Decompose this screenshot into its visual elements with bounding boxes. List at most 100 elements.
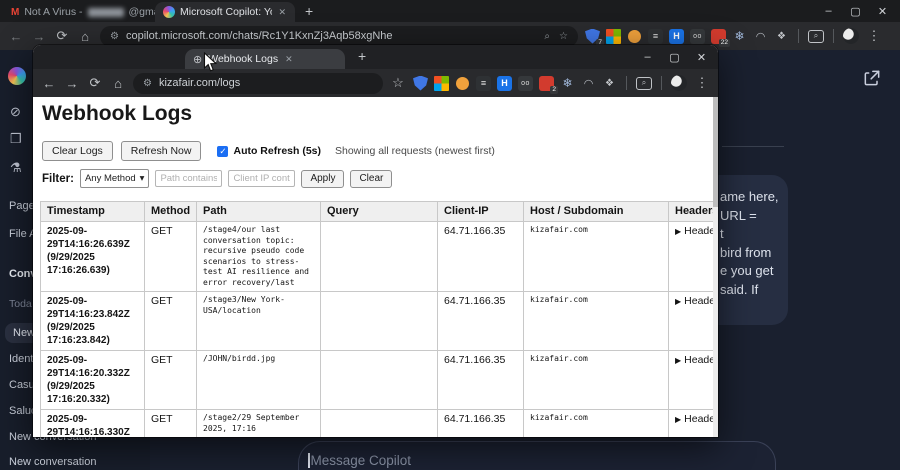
forward-icon[interactable]: → [64, 76, 80, 91]
scrollbar[interactable] [713, 97, 718, 437]
close-button[interactable]: ✕ [869, 5, 896, 18]
message-composer[interactable]: Message Copilot [298, 441, 776, 470]
text-caret [308, 453, 310, 468]
profile-avatar[interactable] [671, 75, 687, 91]
method-select[interactable]: Any Method ▾ [79, 169, 150, 188]
minimize-button[interactable]: – [815, 5, 842, 17]
extensions-puzzle-icon[interactable]: ❖ [774, 29, 789, 44]
scrollbar-thumb[interactable] [713, 97, 718, 207]
sidebar-item-conversation[interactable]: Casu [9, 379, 35, 391]
binoculars-extension-icon[interactable]: oo [690, 28, 705, 44]
snowflake-extension-icon[interactable]: ❄ [732, 29, 747, 44]
headers-toggle[interactable]: ▶Headers [668, 221, 718, 292]
person-extension-icon[interactable] [627, 29, 642, 44]
timestamp-cell: 2025-09-29T14:16:23.842Z (9/29/2025 17:1… [40, 291, 145, 351]
headers-toggle[interactable]: ▶Headers [668, 291, 718, 351]
headers-toggle[interactable]: ▶Headers [668, 409, 718, 437]
maximize-button[interactable]: ▢ [661, 51, 688, 64]
log-row: 2025-09-29T14:16:23.842Z (9/29/2025 17:1… [40, 291, 718, 351]
triangle-icon: ▶ [675, 227, 682, 236]
extensions-puzzle-icon[interactable]: ❖ [602, 76, 617, 91]
clear-button[interactable]: Clear [350, 169, 393, 188]
outer-tab-copilot[interactable]: Microsoft Copilot: Your AI com ✕ [155, 2, 295, 22]
minimize-button[interactable]: – [634, 51, 661, 63]
arc-extension-icon[interactable]: ◠ [753, 29, 768, 44]
arc-extension-icon[interactable]: ◠ [581, 76, 596, 91]
host-cell: kizafair.com [523, 350, 669, 410]
path-filter-input[interactable] [155, 170, 223, 187]
menu-dots-icon[interactable]: ⋮ [866, 28, 882, 44]
forward-icon[interactable]: → [31, 29, 47, 44]
dark-extension-icon[interactable]: ≡ [648, 28, 663, 44]
close-button[interactable]: ✕ [688, 51, 715, 64]
h-extension-icon[interactable]: H [669, 28, 684, 44]
shield-extension-icon[interactable] [413, 75, 428, 91]
apply-button[interactable]: Apply [301, 169, 345, 188]
maximize-button[interactable]: ▢ [842, 5, 869, 18]
path-cell: /stage4/our last conversation topic: rec… [196, 221, 321, 292]
tab-title: Microsoft Copilot: Your AI com [180, 6, 272, 18]
headers-toggle[interactable]: ▶Headers [668, 350, 718, 410]
redacted-email [87, 7, 124, 17]
path-cell: /stage3/New York-USA/location [196, 291, 321, 351]
url-text: kizafair.com/logs [158, 77, 241, 89]
outer-tab-gmail[interactable]: M Not A Virus - @gmail ✕ [3, 2, 178, 22]
new-tab-button[interactable]: + [358, 48, 366, 64]
microsoft-icon[interactable] [606, 28, 621, 44]
sidebar-item-conversation[interactable]: Ident [9, 353, 33, 365]
discover-icon[interactable]: ⊘ [10, 104, 21, 120]
binoculars-extension-icon[interactable]: oo [518, 75, 533, 91]
client-ip-cell: 64.71.166.35 [437, 291, 524, 351]
close-tab-icon[interactable]: ✕ [284, 54, 294, 65]
bookmark-star-icon[interactable]: ☆ [559, 31, 568, 42]
host-cell: kizafair.com [523, 291, 669, 351]
refresh-icon[interactable]: ⟳ [54, 28, 70, 44]
close-tab-icon[interactable]: ✕ [277, 7, 287, 18]
menu-dots-icon[interactable]: ⋮ [694, 75, 710, 91]
site-settings-icon[interactable]: ⚙ [110, 31, 119, 42]
red-extension-icon[interactable]: 22 [711, 28, 730, 47]
red-extension-icon[interactable]: 2 [539, 75, 558, 94]
profile-avatar[interactable] [843, 28, 859, 44]
back-icon[interactable]: ← [41, 76, 57, 91]
refresh-now-button[interactable]: Refresh Now [120, 141, 202, 161]
chat-line: t [720, 226, 724, 241]
sidebar-item-pages[interactable]: Page [9, 200, 35, 212]
bookmark-star-icon[interactable]: ☆ [390, 75, 406, 91]
site-settings-icon[interactable]: ⚙ [143, 78, 152, 89]
home-icon[interactable]: ⌂ [77, 29, 93, 44]
refresh-icon[interactable]: ⟳ [87, 75, 103, 91]
composer-placeholder: Message Copilot [310, 453, 412, 468]
microsoft-icon[interactable] [434, 75, 449, 91]
address-bar[interactable]: ⚙ kizafair.com/logs [133, 72, 383, 94]
outer-extension-strip: 7 ≡ Hoo 22 ❄ ◠ ❖ [585, 28, 789, 47]
col-headers: Headers [668, 201, 718, 222]
capture-tool-icon[interactable]: ⌕ [636, 76, 652, 90]
media-icon[interactable]: ❒ [10, 131, 22, 147]
method-select-value: Any Method [84, 173, 136, 184]
back-icon[interactable]: ← [8, 29, 24, 44]
address-bar[interactable]: ⚙ copilot.microsoft.com/chats/Rc1Y1KxnZj… [100, 25, 578, 47]
timestamp-cell: 2025-09-29T14:16:26.639Z (9/29/2025 17:1… [40, 221, 145, 292]
chat-divider [722, 146, 784, 147]
globe-icon: ⊕ [193, 53, 203, 66]
shield-extension-icon[interactable]: 7 [585, 28, 604, 47]
auto-refresh-checkbox[interactable]: ✓ [217, 145, 229, 157]
home-icon[interactable]: ⌂ [110, 76, 126, 91]
h-extension-icon[interactable]: H [497, 75, 512, 91]
new-tab-button[interactable]: + [305, 3, 313, 19]
ip-filter-input[interactable] [228, 170, 296, 187]
snowflake-extension-icon[interactable]: ❄ [560, 76, 575, 91]
col-method: Method [144, 201, 197, 222]
host-cell: kizafair.com [523, 409, 669, 437]
zoom-icon[interactable]: ⌕ [544, 31, 550, 42]
capture-tool-icon[interactable]: ⌕ [808, 29, 824, 43]
sidebar-item-conversation[interactable]: New conversation [9, 456, 96, 468]
clear-logs-button[interactable]: Clear Logs [42, 141, 113, 161]
person-extension-icon[interactable] [455, 76, 470, 91]
dark-extension-icon[interactable]: ≡ [476, 75, 491, 91]
share-icon[interactable] [862, 68, 882, 93]
triangle-icon: ▶ [675, 297, 682, 306]
col-host: Host / Subdomain [523, 201, 669, 222]
labs-flask-icon[interactable]: ⚗ [10, 160, 22, 176]
